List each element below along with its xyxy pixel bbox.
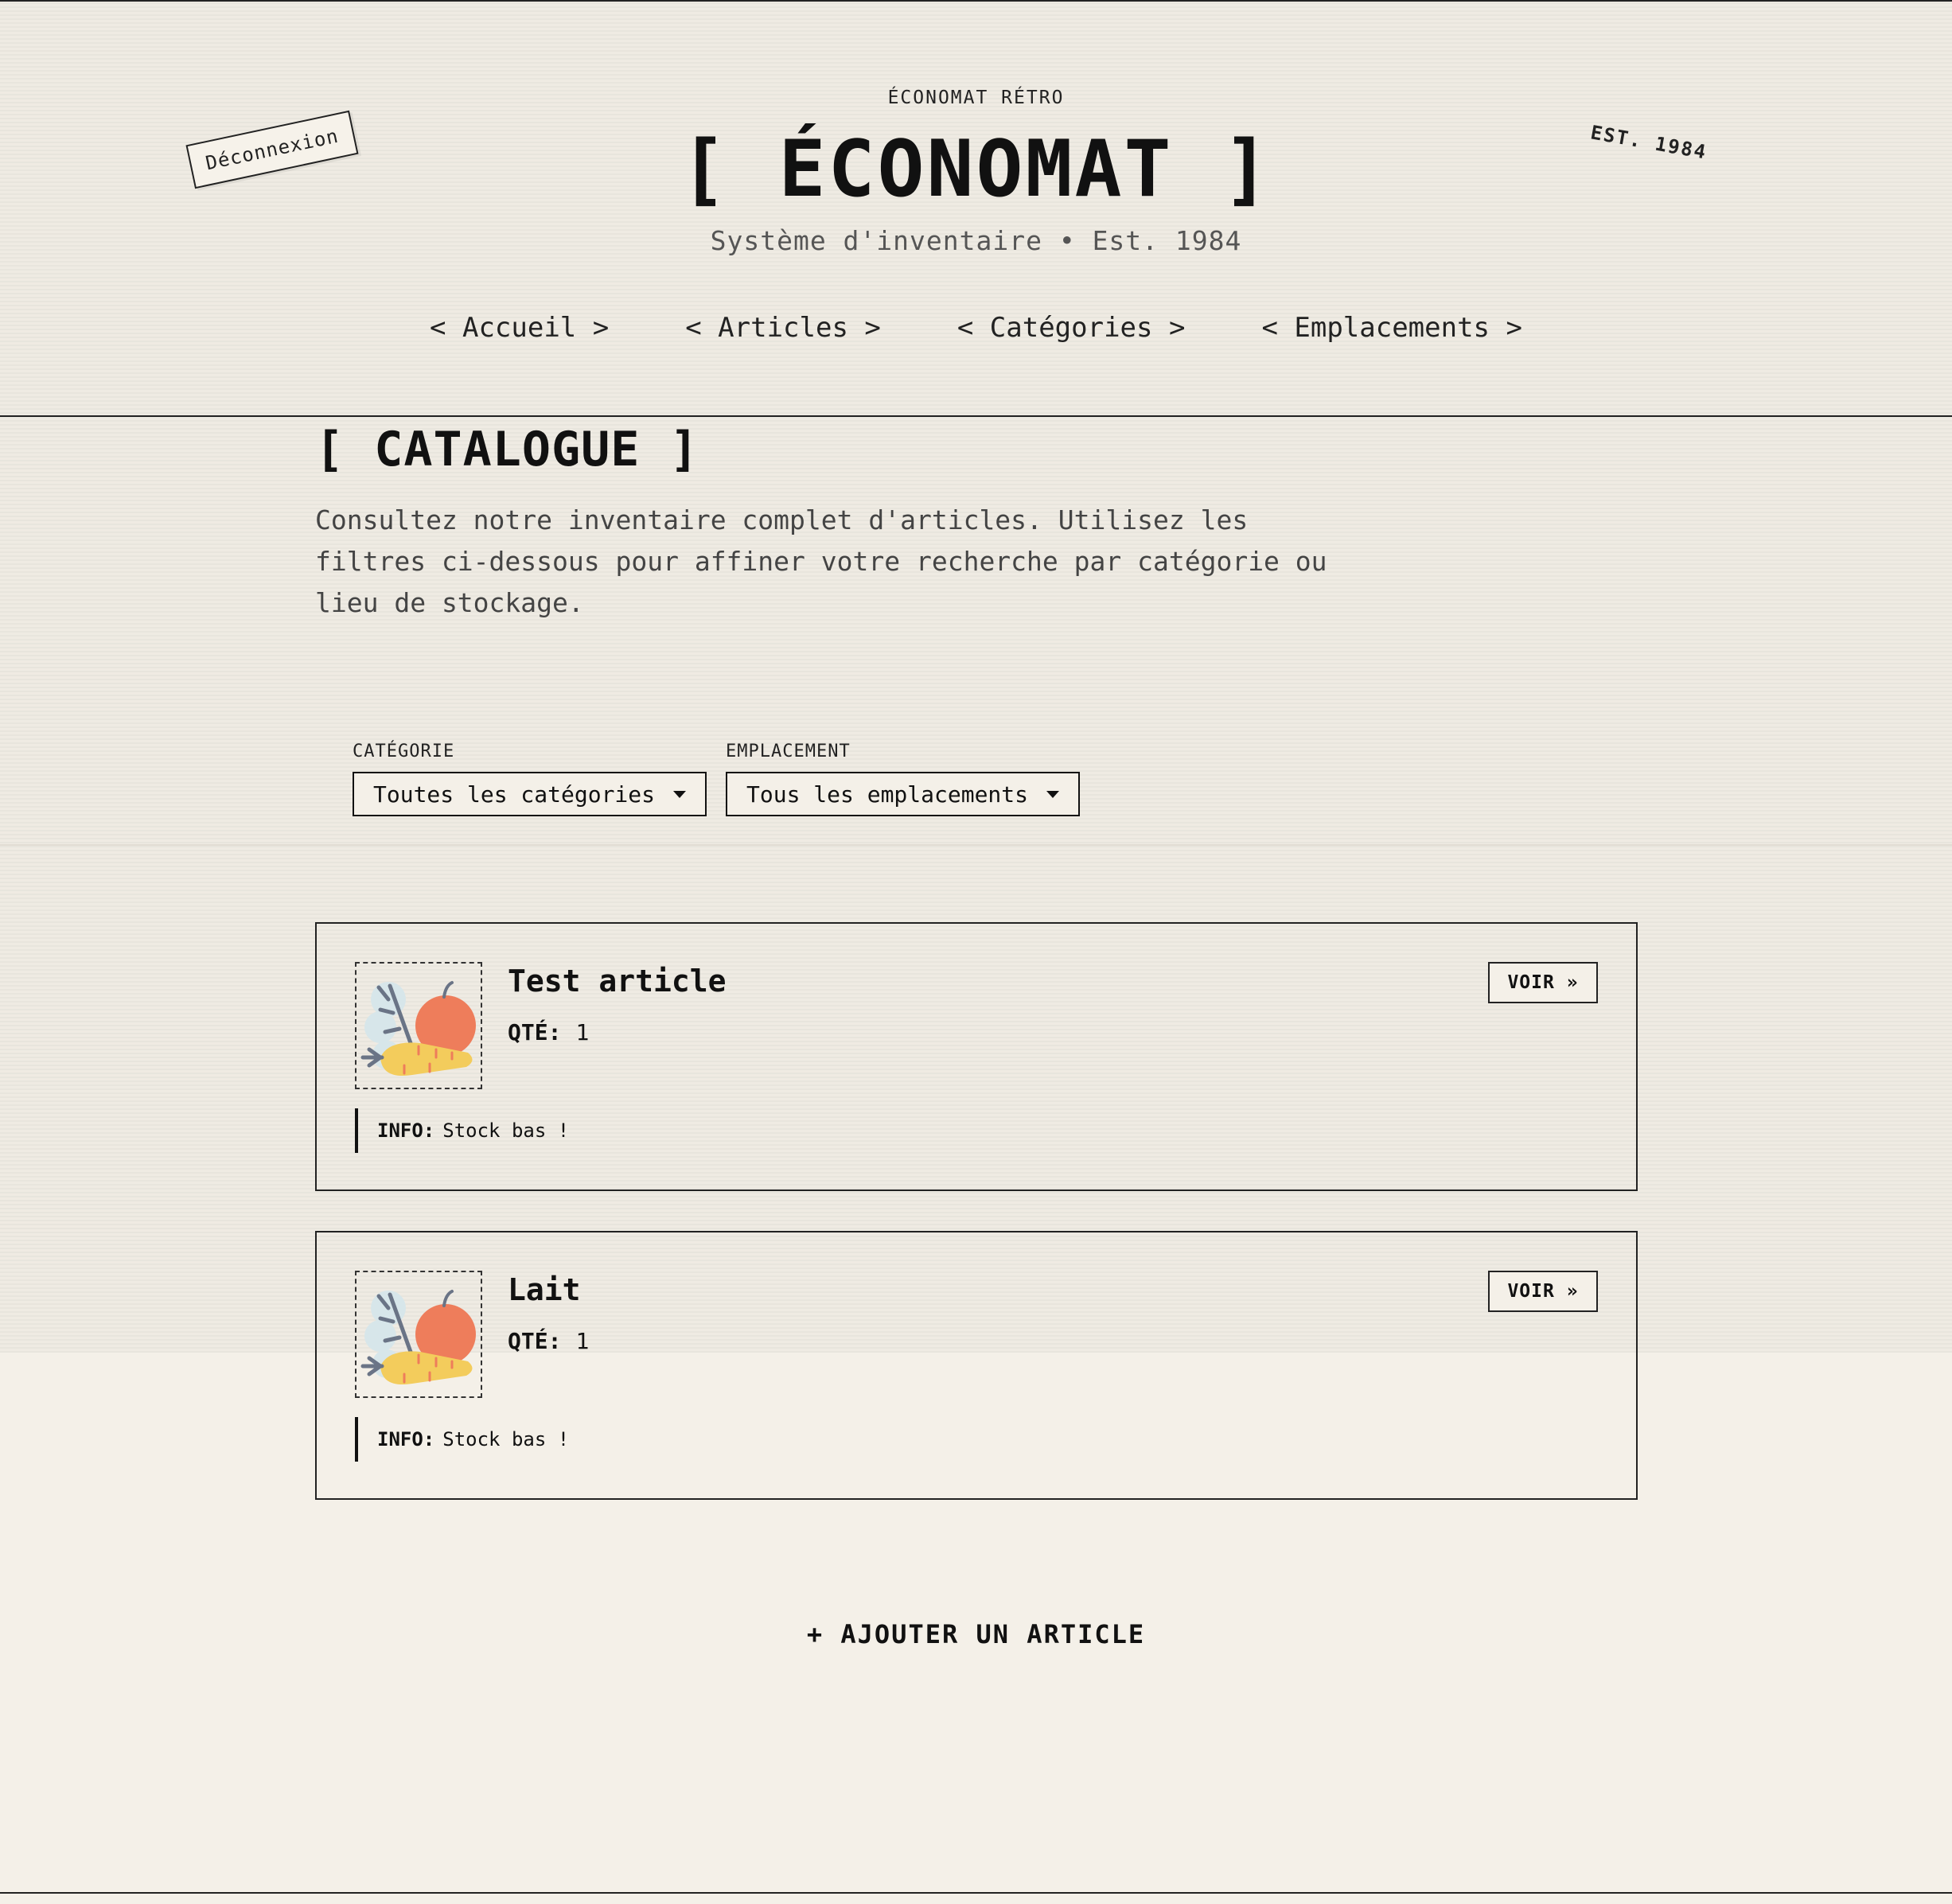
item-card: Lait QTÉ: 1 VOIR » INFO: Stock bas ! [315,1231,1638,1500]
nav-item-articles[interactable]: < Articles > [685,312,881,344]
info-label: INFO: [377,1119,435,1142]
item-info: INFO: Stock bas ! [355,1417,569,1462]
chevron-down-icon [673,791,686,798]
category-filter-label: CATÉGORIE [353,742,455,761]
filters-divider [0,844,1952,846]
quantity-label: QTÉ: [508,1328,562,1354]
info-text: Stock bas ! [442,1119,570,1142]
bottom-divider [0,1892,1952,1894]
category-select-value: Toutes les catégories [373,781,656,808]
item-quantity: QTÉ: 1 [508,1019,589,1045]
item-title[interactable]: Lait [508,1272,581,1307]
produce-icon [360,1290,476,1385]
view-button[interactable]: VOIR » [1488,1271,1598,1312]
page-title: [ CATALOGUE ] [315,422,699,477]
item-thumbnail [355,1271,482,1398]
produce-icon [360,981,476,1077]
category-select[interactable]: Toutes les catégories [353,772,707,816]
top-divider [0,0,1952,2]
location-filter-label: EMPLACEMENT [726,742,851,761]
nav-item-categories[interactable]: < Catégories > [957,312,1186,344]
site-tagline: Système d'inventaire • Est. 1984 [710,225,1242,256]
item-info: INFO: Stock bas ! [355,1108,569,1153]
quantity-value: 1 [575,1328,590,1354]
page-intro: Consultez notre inventaire complet d'art… [315,504,1327,618]
item-quantity: QTÉ: 1 [508,1328,589,1354]
quantity-label: QTÉ: [508,1019,562,1045]
nav-item-accueil[interactable]: < Accueil > [430,312,609,344]
chevron-down-icon [1046,791,1059,798]
quantity-value: 1 [575,1019,590,1045]
header-divider [0,415,1952,417]
location-select[interactable]: Tous les emplacements [726,772,1080,816]
item-card: Test article QTÉ: 1 VOIR » INFO: Stock ba… [315,922,1638,1191]
add-article-button[interactable]: + AJOUTER UN ARTICLE [0,1619,1952,1649]
view-button[interactable]: VOIR » [1488,962,1598,1003]
main-nav: < Accueil > < Articles > < Catégories > … [0,312,1952,344]
info-label: INFO: [377,1428,435,1450]
location-select-value: Tous les emplacements [746,781,1029,808]
item-title[interactable]: Test article [508,964,727,999]
item-thumbnail [355,962,482,1089]
nav-item-emplacements[interactable]: < Emplacements > [1261,312,1522,344]
site-kicker: ÉCONOMAT RÉTRO [887,88,1065,108]
info-text: Stock bas ! [442,1428,570,1450]
